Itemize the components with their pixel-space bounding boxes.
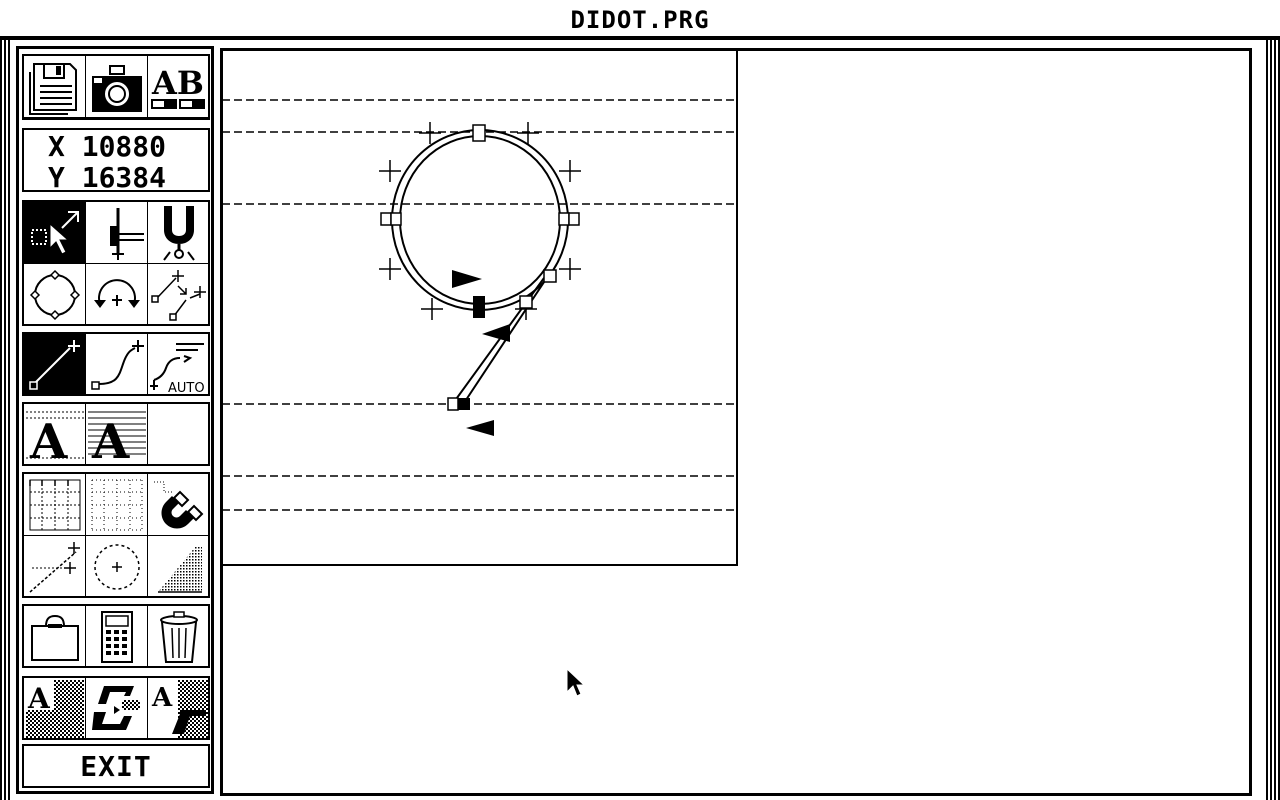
move-points-icon: [150, 269, 206, 321]
y-value: 16384: [81, 161, 167, 194]
snapshot-button[interactable]: [86, 56, 148, 118]
shadow-a-icon: A: [151, 679, 208, 738]
exit-button[interactable]: EXIT: [22, 744, 210, 788]
title-divider: [0, 36, 1280, 40]
calculator-button[interactable]: [86, 606, 148, 668]
glyph-tools-group: A A: [22, 402, 210, 466]
anchor-bottom-selected[interactable]: [473, 296, 485, 318]
move-points-button[interactable]: [148, 264, 210, 326]
file-tools-group: AB: [22, 54, 210, 120]
hatched-glyph-button[interactable]: A: [86, 404, 148, 466]
circle-nodes-button[interactable]: [24, 264, 86, 326]
rotate-button[interactable]: [86, 264, 148, 326]
magnet-icon: [153, 481, 203, 528]
empty-slot: [148, 404, 210, 466]
y-label: Y: [48, 161, 65, 194]
vertical-metrics-icon: [109, 207, 144, 260]
curve-tool-icon: [90, 339, 144, 390]
dither-button[interactable]: [148, 536, 210, 598]
anchor-top[interactable]: [472, 124, 486, 142]
left-desktop-pattern: [0, 40, 12, 800]
save-button[interactable]: [24, 56, 86, 118]
mouse-pointer-icon: [566, 668, 586, 697]
auto-label: AUTO: [168, 381, 205, 394]
select-tool-button[interactable]: [24, 202, 86, 264]
trash-can-icon: [159, 610, 198, 663]
snap-to-grid-button[interactable]: [148, 474, 210, 536]
y-coordinate-row: Y 16384: [48, 162, 208, 193]
cursor-coordinates: X 10880 Y 16384: [22, 128, 210, 193]
rotate-icon: [93, 278, 140, 308]
draw-tools-group: AUTO: [22, 332, 210, 396]
clipboard-icon: [30, 614, 79, 661]
anchor-tail-start[interactable]: [543, 269, 557, 283]
anchor-tail-end-selected[interactable]: [458, 398, 470, 410]
anchor-tail-end-outer[interactable]: [447, 397, 459, 411]
shaded-a-icon: A: [25, 679, 84, 738]
link-glyph-button[interactable]: [86, 678, 148, 740]
grid-icon: [28, 479, 80, 530]
anchor-left-inner[interactable]: [390, 212, 402, 226]
hatched-a-icon: A: [87, 411, 146, 464]
svg-text:A: A: [151, 683, 173, 713]
auto-trace-button[interactable]: AUTO: [148, 334, 210, 396]
anchor-junction[interactable]: [519, 295, 533, 309]
line-tool-icon: [28, 339, 80, 390]
grid-button[interactable]: [24, 474, 86, 536]
x-coordinate-row: X 10880: [48, 131, 208, 162]
right-desktop-pattern: [1266, 40, 1280, 800]
clipboard-button[interactable]: [24, 606, 86, 668]
auto-trace-icon: AUTO: [149, 342, 205, 394]
x-value: 10880: [81, 130, 167, 163]
outline-a-icon: A: [25, 411, 84, 464]
x-label: X: [48, 130, 65, 163]
dotted-grid-button[interactable]: [86, 474, 148, 536]
floppy-disk-icon: [28, 62, 77, 115]
outline-glyph-button[interactable]: A: [24, 404, 86, 466]
magnet-snap-button[interactable]: [148, 202, 210, 264]
shaded-glyph-button[interactable]: A: [24, 678, 86, 740]
ab-font-icon: AB: [150, 64, 205, 109]
line-tool-button[interactable]: [24, 334, 86, 396]
circle-guide-icon: [93, 543, 140, 590]
svg-text:AB: AB: [151, 64, 204, 102]
shadow-glyph-button[interactable]: A: [148, 678, 210, 740]
svg-text:A: A: [27, 682, 51, 715]
window-title: DIDOT.PRG: [0, 0, 1280, 38]
circle-nodes-icon: [29, 269, 80, 320]
chain-link-icon: [91, 685, 140, 730]
glyph-editor-canvas[interactable]: [222, 50, 742, 570]
anchor-right-inner[interactable]: [558, 212, 570, 226]
svg-text:A: A: [29, 414, 68, 464]
dotted-grid-icon: [91, 479, 142, 530]
dither-icon: [157, 545, 202, 593]
select-pointer-icon: [30, 210, 79, 255]
font-name-button[interactable]: AB: [148, 56, 210, 118]
render-tools-group: A A: [22, 676, 210, 740]
edit-tools-group: [22, 200, 210, 326]
anchor-right-outer[interactable]: [568, 212, 580, 226]
metrics-tool-button[interactable]: [86, 202, 148, 264]
svg-text:A: A: [91, 414, 130, 464]
tuning-fork-icon: [162, 205, 195, 261]
guide-line-icon: [29, 541, 80, 593]
calculator-icon: [100, 610, 133, 663]
curve-tool-button[interactable]: [86, 334, 148, 396]
misc-tools-group: [22, 604, 210, 668]
anchor-left-outer[interactable]: [380, 212, 392, 226]
camera-icon: [91, 64, 142, 112]
grid-tools-group: [22, 472, 210, 598]
circle-guide-button[interactable]: [86, 536, 148, 598]
trash-button[interactable]: [148, 606, 210, 668]
guide-line-button[interactable]: [24, 536, 86, 598]
